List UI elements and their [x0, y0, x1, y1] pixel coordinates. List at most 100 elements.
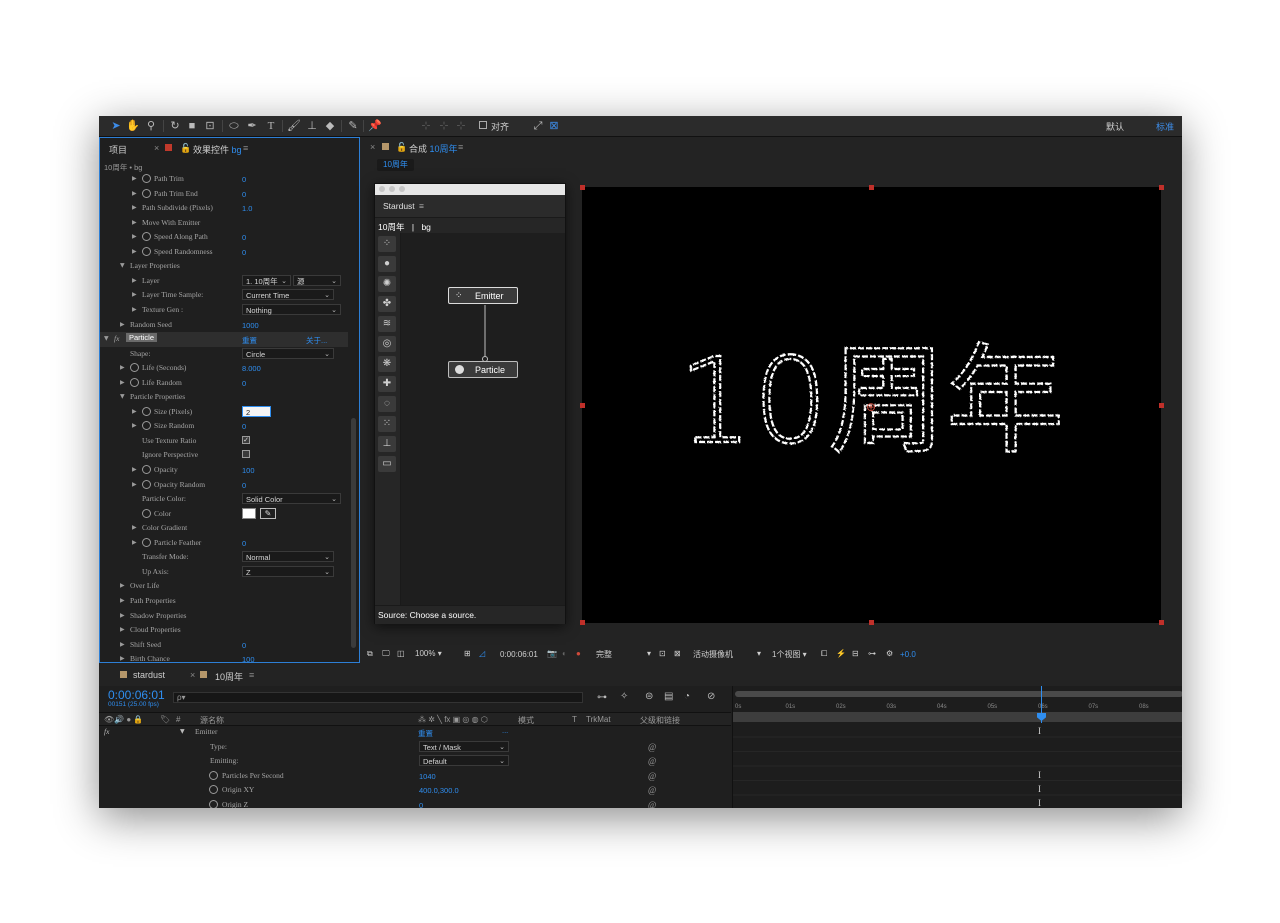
property-value[interactable]: 0 [242, 641, 246, 650]
stopwatch-icon[interactable] [209, 785, 218, 794]
replicator-node-icon[interactable]: ❋ [378, 356, 396, 372]
timeline-property-value[interactable]: 1040 [419, 772, 436, 781]
property-value[interactable]: 8.000 [242, 364, 261, 373]
effect-controls-scrollbar[interactable] [351, 418, 356, 648]
timeline-property-value[interactable]: 0 [419, 801, 423, 809]
turbulence-node-icon[interactable]: ≋ [378, 316, 396, 332]
effect-property-row[interactable]: ▶ Shadow Properties [100, 609, 348, 624]
effect-property-row[interactable]: ▶ Path Subdivide (Pixels) 1.0 [100, 201, 348, 216]
zoom-select[interactable]: 100% ▾ [415, 649, 442, 658]
effect-property-row[interactable]: ▶ Random Seed 1000 [100, 318, 348, 333]
roto-brush-tool-icon[interactable]: ✎ [346, 119, 360, 133]
timeline-property-row[interactable]: Particles Per Second 1040 @ [99, 769, 731, 784]
tab-project[interactable]: 项目 [109, 143, 127, 156]
eyedropper-icon[interactable]: ✎ [260, 507, 276, 519]
pick-whip-icon[interactable]: @ [648, 785, 656, 795]
tab-effect-controls[interactable]: 效果控件 bg [193, 143, 242, 156]
path-node-icon[interactable]: ◌ [378, 396, 396, 412]
up-axis-select[interactable]: Z ⌄ [242, 565, 334, 577]
bounce-node-icon[interactable]: ⊥ [378, 436, 396, 452]
pick-whip-icon[interactable]: @ [648, 800, 656, 809]
timeline-property-row[interactable]: fx ▼ Emitter 重置... [99, 725, 731, 740]
use-texture-ratio-checkbox[interactable]: ✓ [242, 435, 250, 444]
effect-property-row[interactable]: ▶ Cloud Properties [100, 623, 348, 638]
effect-reset-link[interactable]: 重置 [242, 335, 257, 346]
disclosure-triangle-icon[interactable]: ▶ [132, 539, 137, 546]
rotate-tool-icon[interactable]: ↻ [168, 119, 182, 133]
effect-property-row[interactable]: ▶ Texture Gen : Nothing ⌄ [100, 303, 348, 318]
stardust-graph-canvas[interactable]: ⁘ Emitter Particle [401, 233, 565, 605]
timeline-search-input[interactable]: ρ▾ [173, 692, 583, 703]
comp-viewer[interactable]: 10周年 ⊕ [582, 187, 1161, 623]
transfer-mode-select[interactable]: Normal ⌄ [242, 551, 334, 563]
effect-property-row[interactable]: ▶ Path Trim End 0 [100, 187, 348, 202]
close-comp-tab-icon[interactable]: × [370, 142, 375, 152]
effect-property-row[interactable]: Use Texture Ratio ✓ [100, 434, 348, 449]
disclosure-triangle-icon[interactable]: ▶ [132, 306, 137, 313]
time-graph[interactable]: 0s 01s 02s 03s 04s 05s 06s 07s 08s I I I I [732, 686, 1182, 808]
trkmat-column[interactable]: TrkMat [586, 715, 611, 724]
disclosure-triangle-icon[interactable]: ▶ [132, 175, 137, 182]
timeline-property-row[interactable]: Type: Text / Mask ⌄ @ [99, 740, 731, 755]
timeline-icon[interactable]: ⊟ [852, 649, 859, 658]
disclosure-triangle-icon[interactable]: ▶ [120, 582, 125, 589]
workspace-default[interactable]: 默认 [1106, 120, 1124, 133]
effect-property-row[interactable]: ▶ Opacity Random 0 [100, 478, 348, 493]
property-value[interactable]: 0 [242, 248, 246, 257]
views-select[interactable]: 1个视图 ▾ [772, 649, 807, 660]
stopwatch-icon[interactable] [142, 465, 151, 474]
transform-handle[interactable] [1159, 620, 1164, 625]
brush-tool-icon[interactable]: 🖌 [287, 119, 301, 133]
keyframe-marker[interactable]: I [1038, 784, 1041, 794]
grid-icon[interactable]: ⊞ [464, 649, 471, 658]
av-switches-icon[interactable]: 👁🔊 ● 🔒 [104, 715, 143, 724]
stopwatch-icon[interactable] [130, 363, 139, 373]
force-node-icon[interactable]: ✤ [378, 296, 396, 312]
time-ruler[interactable]: 0s 01s 02s 03s 04s 05s 06s 07s 08s [733, 694, 1182, 712]
comp-panel-menu-icon[interactable]: ≡ [458, 142, 463, 152]
stopwatch-icon[interactable] [142, 406, 151, 416]
tab-timeline-comp[interactable]: 10周年 [215, 670, 243, 683]
disclosure-triangle-icon[interactable]: ▶ [132, 248, 137, 255]
disclosure-triangle-icon[interactable]: ▶ [120, 597, 125, 604]
snap-checkbox[interactable] [479, 121, 487, 129]
selection-tool-icon[interactable]: ➤ [109, 119, 123, 133]
disclosure-triangle-icon[interactable]: ▶ [132, 277, 137, 284]
zoom-tool-icon[interactable]: ⚲ [144, 119, 158, 133]
disclosure-triangle-icon[interactable]: ▶ [132, 408, 137, 415]
effect-property-row[interactable]: ▶ Color Gradient [100, 521, 348, 536]
transform-handle[interactable] [1159, 185, 1164, 190]
lock-icon[interactable]: 🔓 [180, 143, 191, 154]
size-pixels-input[interactable]: 2 [242, 405, 271, 417]
timeline-property-row[interactable]: Emitting: Default ⌄ @ [99, 754, 731, 769]
label-column-icon[interactable]: 🏷 [160, 715, 170, 724]
tab-stardust-comp[interactable]: stardust [133, 670, 165, 680]
property-value[interactable]: 100 [242, 466, 255, 475]
add-node-icon[interactable]: ✚ [378, 376, 396, 392]
clone-stamp-tool-icon[interactable]: ⊥ [305, 119, 319, 133]
property-value[interactable]: 0 [242, 175, 246, 184]
frame-blending-icon[interactable]: ▤ [664, 691, 673, 702]
emitter-more-link[interactable]: ... [502, 726, 508, 735]
stopwatch-icon[interactable] [142, 479, 151, 489]
panel-menu-icon[interactable]: ≡ [243, 143, 248, 153]
disclosure-triangle-icon[interactable]: ▶ [120, 321, 125, 328]
stopwatch-icon[interactable] [130, 377, 139, 387]
shy-layers-icon[interactable]: ⊜ [645, 691, 653, 702]
layer-source-select[interactable]: 源 ⌄ [293, 274, 341, 286]
shape-select[interactable]: Circle ⌄ [242, 347, 334, 359]
transform-handle[interactable] [580, 403, 585, 408]
property-value[interactable]: 0 [242, 539, 246, 548]
vr-icon[interactable]: ◫ [397, 649, 405, 658]
effect-property-row[interactable]: ▶ Over Life [100, 579, 348, 594]
emitter-node[interactable]: ⁘ Emitter [448, 287, 518, 304]
camera-node-icon[interactable]: ▭ [378, 456, 396, 472]
type-tool-icon[interactable]: T [264, 119, 278, 133]
property-value[interactable]: 0 [242, 190, 246, 199]
disclosure-triangle-icon[interactable]: ▶ [132, 524, 137, 531]
effect-property-row[interactable]: ▶ Size (Pixels) 2 [100, 405, 348, 420]
effect-property-row[interactable]: ▶ Speed Along Path 0 [100, 230, 348, 245]
transform-handle[interactable] [869, 185, 874, 190]
timeline-current-time[interactable]: 0:00:06:01 [108, 688, 165, 702]
resolution-select[interactable]: 完整 [596, 649, 612, 660]
